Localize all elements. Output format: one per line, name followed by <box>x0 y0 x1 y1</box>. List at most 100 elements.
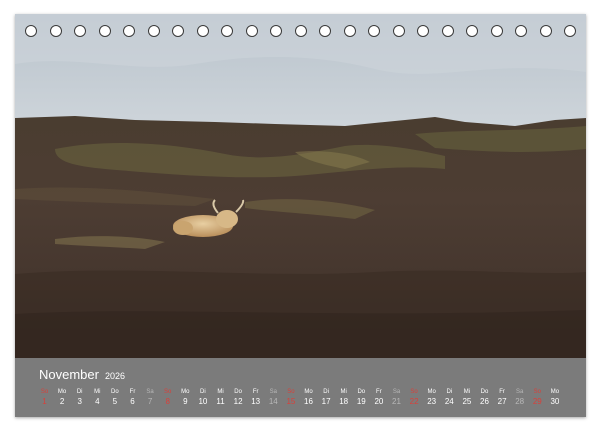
year-label: 2026 <box>104 371 125 381</box>
day-cell: Mo 30 <box>546 388 563 408</box>
day-cell: Do 26 <box>476 388 493 408</box>
day-cell: Sa 21 <box>388 388 405 408</box>
landscape-photo <box>15 14 586 358</box>
weekday-label: Sa <box>392 389 401 395</box>
day-cell: So 29 <box>529 388 546 408</box>
day-number: 24 <box>444 397 454 406</box>
day-number: 14 <box>268 397 278 406</box>
binding-ring-icon <box>25 25 37 37</box>
binding-ring-icon <box>221 25 233 37</box>
day-cell: Mi 25 <box>458 388 475 408</box>
weekday-label: Mi <box>94 389 101 395</box>
day-number: 27 <box>497 397 507 406</box>
day-cell: So 1 <box>36 388 53 408</box>
day-cell: Di 10 <box>194 388 211 408</box>
day-number: 30 <box>550 397 560 406</box>
day-number: 8 <box>165 397 170 406</box>
weekday-label: Fr <box>499 389 505 395</box>
binding-ring-icon <box>98 25 111 37</box>
weekday-label: Di <box>76 389 83 395</box>
day-number: 20 <box>374 397 384 406</box>
day-row: So 1 Mo 2 Di 3 Mi 4 Do 5 Fr 6 Sa 7 So 8 Mo 9 Di 10 Mi 11 Do 12 F… <box>36 388 564 412</box>
day-cell: Di 24 <box>441 388 458 408</box>
weekday-label: Mi <box>463 389 471 395</box>
day-number: 19 <box>356 397 366 406</box>
weekday-label: So <box>533 389 541 395</box>
binding-ring-icon <box>490 25 503 37</box>
day-number: 1 <box>42 397 47 406</box>
binding-ring-icon <box>270 25 282 37</box>
day-number: 16 <box>304 397 313 406</box>
binding-ring-icon <box>319 25 331 37</box>
month-name: November <box>39 367 99 382</box>
binding-ring-icon <box>245 25 258 37</box>
day-cell: Mo 23 <box>423 388 440 408</box>
day-number: 10 <box>198 397 208 406</box>
day-cell: Fr 27 <box>494 388 511 408</box>
day-number: 28 <box>515 397 525 406</box>
day-cell: So 8 <box>159 388 176 408</box>
weekday-label: So <box>410 389 418 395</box>
day-cell: Mi 11 <box>212 388 229 408</box>
day-number: 7 <box>147 397 153 406</box>
weekday-label: Di <box>200 389 206 395</box>
day-number: 3 <box>77 397 82 406</box>
weekday-label: Mo <box>181 389 190 395</box>
day-number: 18 <box>339 397 349 406</box>
day-number: 17 <box>321 397 331 406</box>
day-cell: Fr 20 <box>370 388 387 408</box>
day-number: 9 <box>183 397 188 406</box>
day-number: 2 <box>59 397 65 406</box>
spiral-binding <box>15 25 586 39</box>
day-cell: Di 17 <box>318 388 335 408</box>
weekday-label: Di <box>323 389 329 395</box>
weekday-label: Sa <box>146 389 154 395</box>
day-number: 22 <box>409 397 419 406</box>
weekday-label: Mi <box>340 389 347 395</box>
day-cell: Sa 7 <box>142 388 159 408</box>
weekday-label: Fr <box>129 389 136 395</box>
binding-ring-icon <box>123 25 135 37</box>
day-number: 15 <box>286 397 296 406</box>
binding-ring-icon <box>392 25 405 37</box>
weekday-label: Do <box>480 389 489 395</box>
weekday-label: Do <box>111 389 119 395</box>
weekday-label: Di <box>446 389 453 395</box>
day-number: 5 <box>112 397 118 406</box>
day-cell: Sa 28 <box>511 388 528 408</box>
calendar-strip: November 2026 So 1 Mo 2 Di 3 Mi 4 Do 5 Fr 6 Sa 7 So 8 Mo… <box>15 358 586 417</box>
calendar-page: November 2026 So 1 Mo 2 Di 3 Mi 4 Do 5 Fr 6 Sa 7 So 8 Mo… <box>15 14 586 417</box>
day-cell: Do 12 <box>230 388 247 408</box>
day-cell: Mi 18 <box>335 388 352 408</box>
day-cell: So 22 <box>406 388 423 408</box>
binding-ring-icon <box>196 25 209 37</box>
binding-ring-icon <box>539 25 552 37</box>
binding-ring-icon <box>294 25 307 37</box>
weekday-label: So <box>287 389 295 395</box>
day-number: 4 <box>95 397 100 406</box>
weekday-label: Sa <box>269 389 277 395</box>
day-cell: Di 3 <box>71 388 88 408</box>
day-number: 25 <box>462 397 472 406</box>
binding-ring-icon <box>515 25 527 37</box>
binding-ring-icon <box>74 25 86 37</box>
weekday-label: Do <box>234 389 242 395</box>
binding-ring-icon <box>343 25 356 37</box>
binding-ring-icon <box>417 25 429 37</box>
moorland-illustration <box>15 14 586 358</box>
binding-ring-icon <box>466 25 478 37</box>
weekday-label: Mo <box>427 389 436 395</box>
day-number: 13 <box>251 397 261 406</box>
day-number: 23 <box>427 397 437 406</box>
day-number: 29 <box>532 397 542 406</box>
day-cell: Mo 9 <box>177 388 194 408</box>
binding-ring-icon <box>172 25 184 37</box>
month-header: November 2026 <box>39 367 125 382</box>
day-number: 6 <box>130 397 135 406</box>
weekday-label: Fr <box>376 389 382 395</box>
day-number: 11 <box>216 397 225 406</box>
weekday-label: Sa <box>516 389 524 395</box>
day-number: 21 <box>392 397 401 406</box>
day-cell: Mi 4 <box>89 388 106 408</box>
day-cell: Mo 16 <box>300 388 317 408</box>
